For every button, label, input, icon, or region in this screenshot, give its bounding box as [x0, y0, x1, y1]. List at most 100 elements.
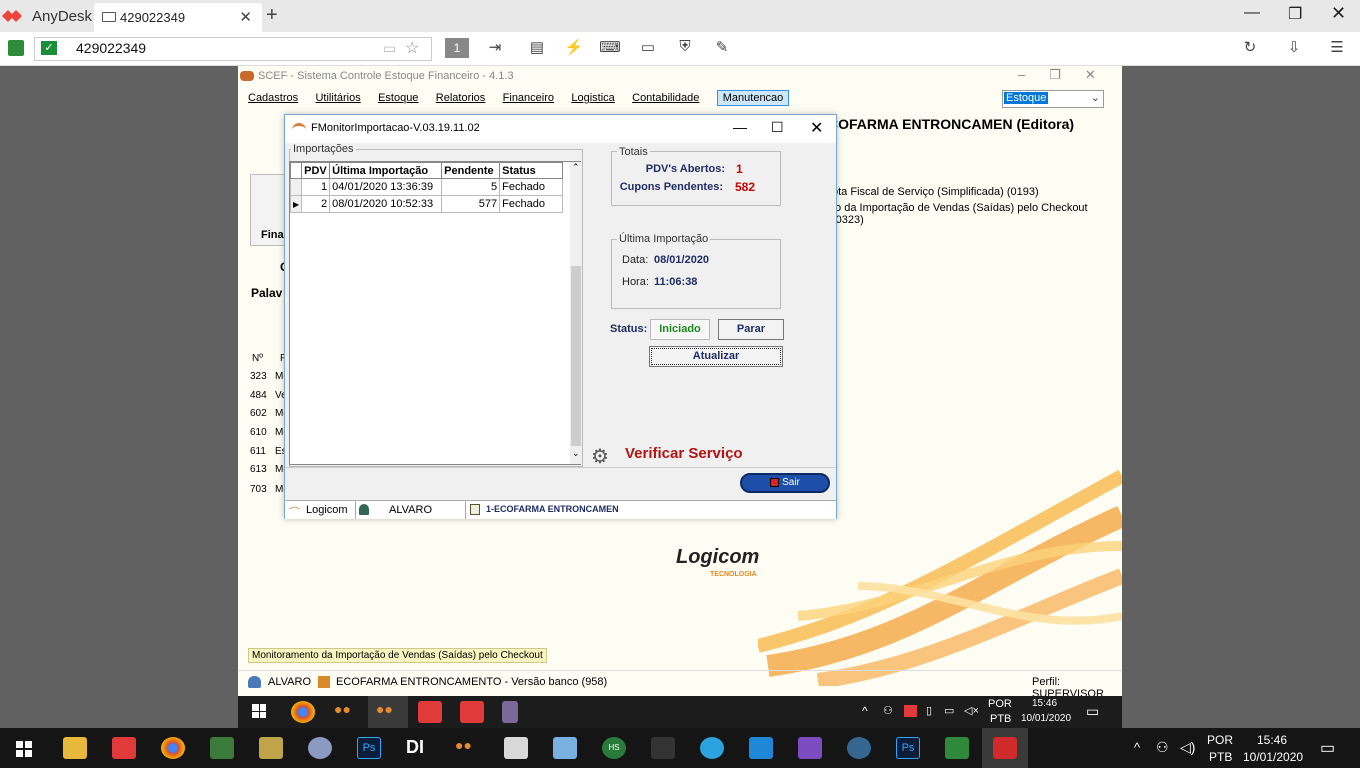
cell-pdv[interactable]: 2 — [301, 195, 331, 213]
importacoes-grid[interactable]: PDV Última Importação Pendente Status 1 … — [289, 161, 582, 465]
parar-button[interactable]: Parar — [718, 319, 784, 340]
anydesk-session-icon[interactable] — [993, 737, 1017, 759]
logicom-app-icon[interactable]: ●● — [334, 701, 358, 723]
scef-window-controls[interactable]: –❐✕ — [1018, 67, 1120, 83]
network-icon[interactable]: ⚇ — [1156, 739, 1169, 756]
tray-chevron-icon[interactable]: ^ — [862, 704, 868, 718]
verificar-servico-link[interactable]: Verificar Serviço — [625, 445, 743, 462]
anydesk-icon[interactable] — [112, 737, 136, 759]
menu-utilitarios[interactable]: Utilitários — [315, 92, 360, 104]
scroll-up-icon[interactable]: ⌃ — [572, 162, 580, 173]
volume-muted-icon[interactable]: ◁× — [964, 704, 979, 717]
anydesk-session-tab[interactable]: 429022349 ✕ — [94, 3, 262, 32]
list-item[interactable]: 602 — [250, 408, 267, 419]
minimize-icon[interactable]: — — [733, 119, 747, 135]
keyboard-icon[interactable]: ⌨ — [598, 38, 622, 58]
sair-button[interactable]: Sair — [740, 473, 830, 493]
hs-icon[interactable]: HS — [602, 737, 626, 759]
download-icon[interactable]: ⇩ — [1282, 38, 1306, 58]
menu-manutencao[interactable]: Manutencao — [716, 90, 790, 106]
maximize-icon[interactable]: ☐ — [771, 119, 784, 136]
cell-ultima[interactable]: 04/01/2020 13:36:39 — [329, 178, 443, 196]
atualizar-button[interactable]: Atualizar — [649, 346, 783, 367]
favorite-icon[interactable]: ☆ — [405, 38, 419, 58]
photoshop-icon[interactable]: Ps — [357, 737, 381, 759]
col-pendente[interactable]: Pendente — [441, 162, 501, 179]
table-row[interactable]: 1 04/01/2020 13:36:39 5 Fechado — [289, 178, 564, 196]
list-item[interactable]: 613 — [250, 464, 267, 475]
app-icon[interactable] — [945, 737, 969, 759]
visual-studio-icon[interactable] — [798, 737, 822, 759]
scrollbar-thumb[interactable] — [571, 266, 581, 446]
module-combo[interactable]: Estoque ⌄ — [1002, 90, 1104, 108]
address-value[interactable]: 429022349 — [76, 40, 146, 56]
menu-estoque[interactable]: Estoque — [378, 92, 418, 104]
history-icon[interactable]: ↻ — [1238, 38, 1262, 58]
menu-financeiro[interactable]: Financeiro — [503, 92, 554, 104]
telegram-icon[interactable] — [700, 737, 724, 759]
volume-icon[interactable]: ◁) — [1180, 739, 1195, 756]
anydesk-icon[interactable] — [418, 701, 442, 723]
col-pdv[interactable]: PDV — [301, 162, 331, 179]
windows-start-icon[interactable] — [252, 704, 266, 718]
vscode-icon[interactable] — [749, 737, 773, 759]
host-layout[interactable]: PTB — [1209, 750, 1232, 764]
grid-scrollbar[interactable]: ⌃ ⌄ — [570, 162, 582, 464]
cell-pendente[interactable]: 5 — [441, 178, 501, 196]
remote-date[interactable]: 10/01/2020 — [1021, 713, 1071, 724]
menu-relatorios[interactable]: Relatorios — [436, 92, 486, 104]
remote-time[interactable]: 15:46 — [1032, 698, 1057, 709]
list-item[interactable]: 610 — [250, 427, 267, 438]
tray-chevron-icon[interactable]: ^ — [1134, 740, 1140, 755]
close-window-icon[interactable]: ✕ — [1331, 3, 1346, 24]
list-item[interactable]: 323 — [250, 371, 267, 382]
photoshop-icon[interactable]: Ps — [896, 737, 920, 759]
logicom-app-icon[interactable]: ●● — [455, 737, 479, 759]
chrome-icon[interactable] — [161, 737, 185, 759]
notification-icon[interactable]: ▭ — [1320, 738, 1335, 758]
network-icon[interactable]: ⚇ — [883, 704, 893, 717]
connection-status-icon[interactable] — [8, 40, 24, 56]
col-ultima[interactable]: Última Importação — [329, 162, 443, 179]
windows-start-icon[interactable] — [16, 741, 32, 757]
monitor-tray-icon[interactable]: ▭ — [944, 704, 954, 717]
host-time[interactable]: 15:46 — [1257, 733, 1287, 747]
chrome-icon[interactable] — [291, 701, 315, 723]
postgresql-icon[interactable] — [847, 737, 871, 759]
col-status[interactable]: Status — [499, 162, 564, 179]
remote-lang[interactable]: POR — [988, 698, 1012, 710]
close-tab-icon[interactable]: ✕ — [239, 8, 252, 26]
files-icon[interactable] — [259, 737, 283, 759]
logicom-app-icon[interactable]: ●● — [376, 701, 400, 723]
notepad-icon[interactable] — [210, 737, 234, 759]
table-row[interactable]: ▶ 2 08/01/2020 10:52:33 577 Fechado — [289, 195, 564, 213]
cell-status[interactable]: Fechado — [499, 178, 564, 196]
cell-status[interactable]: Fechado — [499, 195, 564, 213]
permissions-icon[interactable]: ⛨ — [673, 38, 697, 58]
anydesk-tray-icon[interactable] — [904, 705, 917, 717]
app-icon[interactable] — [651, 737, 675, 759]
whiteboard-icon[interactable]: ✎ — [710, 38, 734, 58]
remote-layout[interactable]: PTB — [990, 713, 1011, 725]
menu-logistica[interactable]: Logistica — [571, 92, 614, 104]
app-icon[interactable] — [504, 737, 528, 759]
cell-pdv[interactable]: 1 — [301, 178, 331, 196]
menu-cadastros[interactable]: Cadastros — [248, 92, 298, 104]
cube-icon[interactable] — [553, 737, 577, 759]
transfer-icon[interactable]: ⇥ — [483, 38, 507, 58]
list-item[interactable]: 611 — [250, 446, 266, 457]
notification-icon[interactable]: ▭ — [1086, 703, 1099, 720]
file-explorer-icon[interactable] — [63, 737, 87, 759]
chat-icon[interactable]: ▤ — [525, 38, 549, 58]
menu-icon[interactable]: ☰ — [1325, 38, 1349, 58]
screenshot-icon[interactable]: ▭ — [383, 40, 396, 57]
monitor-select-button[interactable]: 1 — [445, 38, 469, 58]
cell-ultima[interactable]: 08/01/2020 10:52:33 — [329, 195, 443, 213]
list-item[interactable]: 703 — [250, 484, 267, 495]
cell-pendente[interactable]: 577 — [441, 195, 501, 213]
list-item[interactable]: 484 — [250, 390, 267, 401]
host-date[interactable]: 10/01/2020 — [1243, 750, 1303, 764]
paint-icon[interactable] — [308, 737, 332, 759]
minimize-icon[interactable]: — — [1244, 4, 1260, 22]
anydesk-icon[interactable] — [460, 701, 484, 723]
